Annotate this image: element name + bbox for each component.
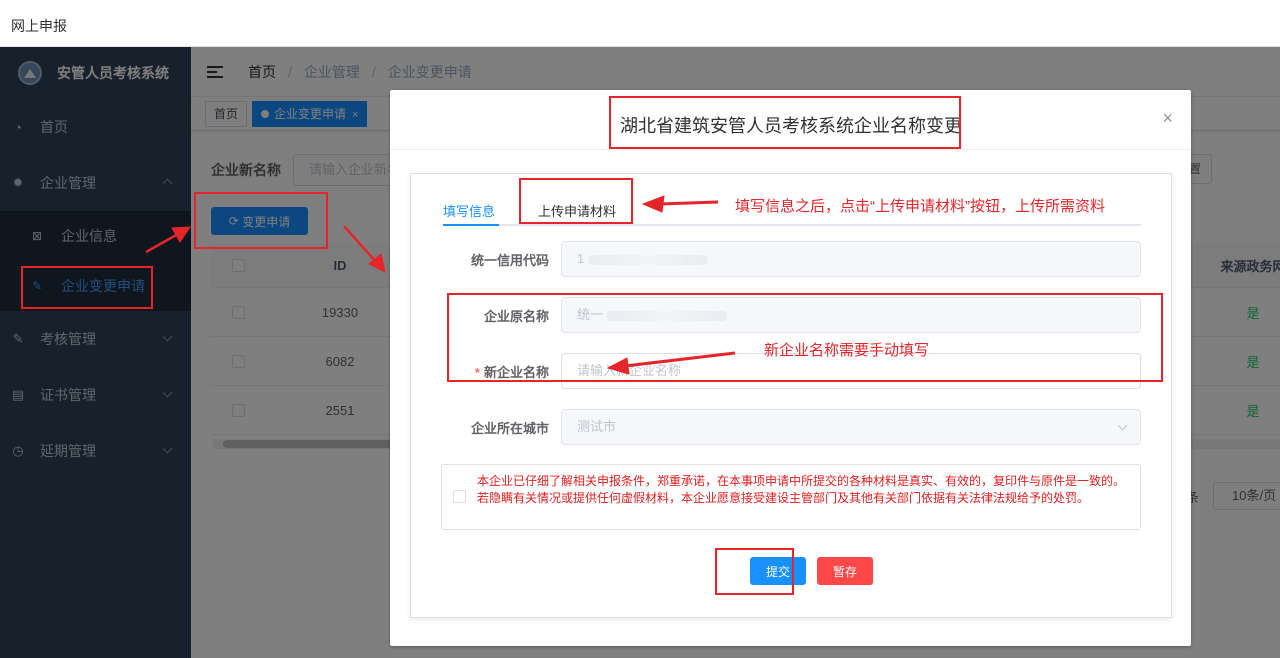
form-row-credit-code: 统一信用代码 1 (431, 241, 1151, 277)
credit-code-value: 1 (577, 251, 585, 266)
annotation-upload-hint: 填写信息之后，点击“上传申请材料”按钮，上传所需资料 (735, 198, 1105, 215)
highlight-dialog-title (609, 96, 961, 149)
city-label: 企业所在城市 (470, 420, 549, 436)
highlight-submit-button (715, 548, 794, 595)
highlight-sidebar-item (21, 266, 153, 309)
city-select[interactable]: 测试市 (561, 409, 1141, 445)
close-icon[interactable]: × (1162, 108, 1173, 129)
window-title: 网上申报 (11, 18, 67, 34)
highlight-name-fields (447, 293, 1163, 382)
annotation-name-hint: 新企业名称需要手动填写 (764, 342, 930, 359)
credit-code-label: 统一信用代码 (470, 252, 549, 268)
chevron-down-icon (1117, 420, 1128, 431)
commitment-text: 本企业已仔细了解相关申报条件，郑重承诺，在本事项申请中所提交的各种材料是真实、有… (477, 474, 1126, 505)
save-draft-button[interactable]: 暂存 (817, 557, 873, 585)
highlight-upload-tab (519, 178, 633, 224)
commitment-notice: 本企业已仔细了解相关申报条件，郑重承诺，在本事项申请中所提交的各种材料是真实、有… (441, 464, 1141, 530)
tab-active-indicator (443, 224, 499, 226)
credit-code-field: 1 (561, 241, 1141, 277)
tab-fill-info[interactable]: 填写信息 (443, 201, 495, 220)
window-title-bar: 网上申报 (0, 0, 1280, 47)
highlight-change-button (194, 192, 328, 249)
blurred-value (588, 254, 709, 265)
city-value: 测试市 (577, 419, 617, 434)
form-row-city: 企业所在城市 测试市 (431, 409, 1151, 445)
commitment-checkbox[interactable] (453, 490, 466, 503)
